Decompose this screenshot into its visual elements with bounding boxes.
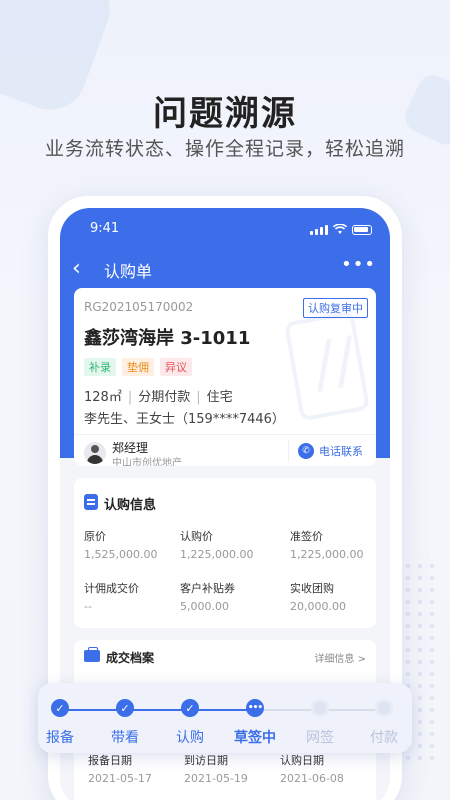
field-label: 认购价 — [180, 530, 213, 543]
step-label: 网签 — [306, 730, 334, 746]
check-icon: ✓ — [181, 699, 199, 717]
order-code: RG202105170002 — [84, 300, 194, 314]
field-label: 准签价 — [290, 530, 323, 543]
field-value: -- — [84, 600, 92, 613]
nav-bar: ‹ 认购单 ••• — [60, 254, 390, 284]
field-label: 原价 — [84, 530, 106, 543]
detail-link[interactable]: 详细信息 > — [314, 650, 366, 665]
order-card[interactable]: RG202105170002 认购复审中 鑫莎湾海岸 3-1011 补录 垫佣 … — [74, 288, 376, 466]
step-report[interactable]: ✓ 报备 — [30, 699, 90, 747]
field-value: 5,000.00 — [180, 600, 229, 613]
wifi-icon — [333, 224, 347, 234]
agent-company: 中山市创优地产 — [112, 458, 182, 466]
more-horizontal-icon[interactable]: ••• — [341, 254, 376, 275]
field-value: 20,000.00 — [290, 600, 346, 613]
call-button-label: 电话联系 — [319, 445, 363, 458]
property-area: 128㎡ — [84, 390, 122, 405]
field-label: 认购日期 — [280, 754, 324, 767]
signal-icon — [310, 224, 328, 235]
property-info: 128㎡ | 分期付款 | 住宅 — [84, 386, 233, 405]
tag-advance-commission: 垫佣 — [122, 358, 154, 376]
step-label: 带看 — [111, 730, 139, 746]
field-value: 1,225,000.00 — [290, 548, 364, 561]
progress-stepper: ✓ 报备 ✓ 带看 ✓ 认购 ••• 草签中 网签 付款 — [38, 683, 412, 753]
property-usage: 住宅 — [206, 390, 233, 405]
battery-icon — [352, 224, 372, 235]
status-badge: 认购复审中 — [303, 298, 368, 318]
step-payment[interactable]: 付款 — [354, 699, 414, 747]
project-name: 鑫莎湾海岸 3-1011 — [84, 328, 251, 349]
pending-dot-icon — [375, 699, 393, 717]
divider — [74, 434, 376, 435]
field-label: 到访日期 — [184, 754, 228, 767]
step-draft-signing[interactable]: ••• 草签中 — [225, 699, 285, 747]
step-viewing[interactable]: ✓ 带看 — [95, 699, 155, 747]
payment-method: 分期付款 — [138, 390, 191, 405]
step-label: 报备 — [46, 730, 74, 746]
chevron-left-icon[interactable]: ‹ — [72, 256, 81, 281]
status-watermark-icon — [283, 310, 371, 422]
field-commission-price: 计佣成交价 -- — [84, 580, 139, 613]
status-time: 9:41 — [90, 221, 120, 236]
status-bar: 9:41 — [60, 220, 390, 240]
field-value: 2021-05-19 — [184, 772, 248, 785]
section-title: 成交档案 — [106, 651, 155, 665]
check-icon: ✓ — [116, 699, 134, 717]
step-label: 付款 — [370, 730, 398, 746]
section-title: 认购信息 — [104, 498, 157, 513]
tag-supplement: 补录 — [84, 358, 116, 376]
call-button[interactable]: ✆ 电话联系 — [298, 443, 363, 459]
field-value: 2021-05-17 — [88, 772, 152, 785]
step-label: 认购 — [176, 730, 204, 746]
field-label: 报备日期 — [88, 754, 132, 767]
tag-dispute: 异议 — [160, 358, 192, 376]
pending-dot-icon — [311, 699, 329, 717]
step-subscribe[interactable]: ✓ 认购 — [160, 699, 220, 747]
step-label: 草签中 — [234, 730, 276, 746]
field-label: 计佣成交价 — [84, 582, 139, 595]
separator: | — [127, 390, 133, 405]
document-icon — [84, 494, 98, 510]
field-label: 实收团购 — [290, 582, 334, 595]
promo-headline: 问题溯源 — [153, 94, 297, 134]
subscription-info-card: 认购信息 原价 1,525,000.00 认购价 1,225,000.00 准签… — [74, 478, 376, 628]
status-icons — [310, 224, 372, 235]
avatar — [84, 442, 106, 464]
phone-icon: ✆ — [298, 443, 314, 459]
date-visit: 到访日期 2021-05-19 — [184, 752, 248, 785]
ellipsis-icon: ••• — [246, 699, 264, 717]
step-online-signing[interactable]: 网签 — [290, 699, 350, 747]
field-value: 1,225,000.00 — [180, 548, 254, 561]
briefcase-icon — [84, 647, 100, 662]
separator: | — [196, 390, 201, 405]
field-group-purchase: 实收团购 20,000.00 — [290, 580, 346, 613]
field-label: 客户补贴券 — [180, 582, 235, 595]
field-value: 1,525,000.00 — [84, 548, 158, 561]
field-approved-price: 准签价 1,225,000.00 — [290, 528, 363, 561]
promo-subline: 业务流转状态、操作全程记录，轻松追溯 — [44, 138, 405, 160]
buyer-info: 李先生、王女士（159****7446） — [84, 412, 285, 427]
field-customer-coupon: 客户补贴券 5,000.00 — [180, 580, 235, 613]
field-value: 2021-06-08 — [280, 772, 344, 785]
field-subscription-price: 认购价 1,225,000.00 — [180, 528, 253, 561]
divider — [288, 440, 289, 462]
date-subscribe: 认购日期 2021-06-08 — [280, 752, 344, 785]
date-report: 报备日期 2021-05-17 — [88, 752, 152, 785]
field-original-price: 原价 1,525,000.00 — [84, 528, 157, 561]
check-icon: ✓ — [51, 699, 69, 717]
page-title: 认购单 — [104, 262, 153, 281]
tag-list: 补录 垫佣 异议 — [84, 358, 192, 376]
